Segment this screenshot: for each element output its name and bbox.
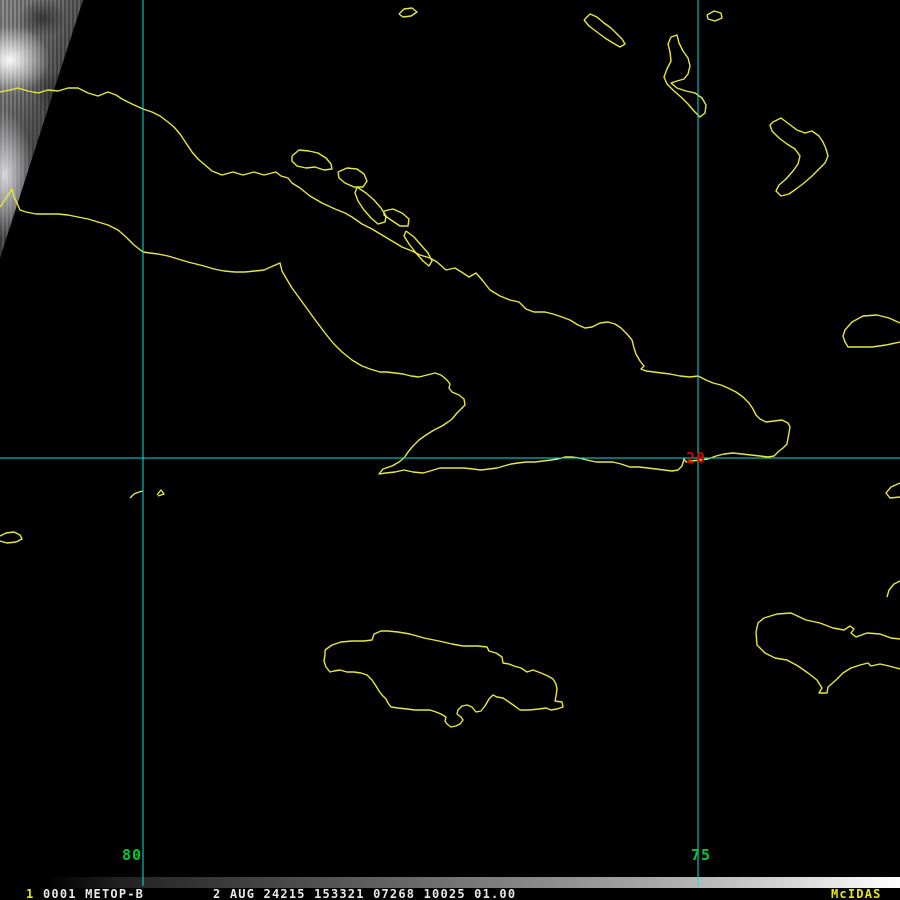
satellite-image-viewport: 80 75 20 1 0001 METOP-B 2 AUG 24215 153321… [0,0,900,900]
coastline-long-island [583,13,626,48]
frame-number: 1 [26,887,35,900]
coastline-crooked-island [663,34,707,118]
coastline-cuba-key-4 [383,208,410,227]
coastline-hispaniola-west-tip [755,612,900,694]
coastline-cuba-key-1 [291,149,333,171]
coastline-right-edge-islet [885,482,900,499]
coastline-acklins-island [769,117,829,197]
coastline-tortuga-fragment [886,580,900,598]
status-bar: 1 0001 METOP-B 2 AUG 24215 153321 07268 … [0,888,900,900]
grid-label-80: 80 [122,846,142,864]
coastline-cuba-mainland [0,87,791,475]
coastline-top-center-islet [398,7,418,18]
coastline-cayman-brac [156,489,165,497]
coastline-jamaica [323,630,564,728]
coastline-cuba-key-2 [337,167,368,188]
coastline-cuba-key-3 [354,186,387,225]
coastline-little-cayman [129,490,144,499]
grid-label-20: 20 [686,449,706,467]
coastline-grand-cayman [0,531,23,544]
coastline-great-inagua-tip [842,314,900,348]
coastline-cuba-key-5 [403,230,433,267]
coastline-samana-cay [706,10,723,22]
image-datetime-label: 2 AUG 24215 153321 07268 10025 01.00 [213,887,517,900]
mcidas-brand-label: McIDAS [831,887,882,900]
image-id-satellite-label: 0001 METOP-B [43,887,145,900]
grid-label-75: 75 [691,846,711,864]
map-overlay: 80 75 20 [0,0,900,886]
satellite-swath-imagery [0,0,83,258]
